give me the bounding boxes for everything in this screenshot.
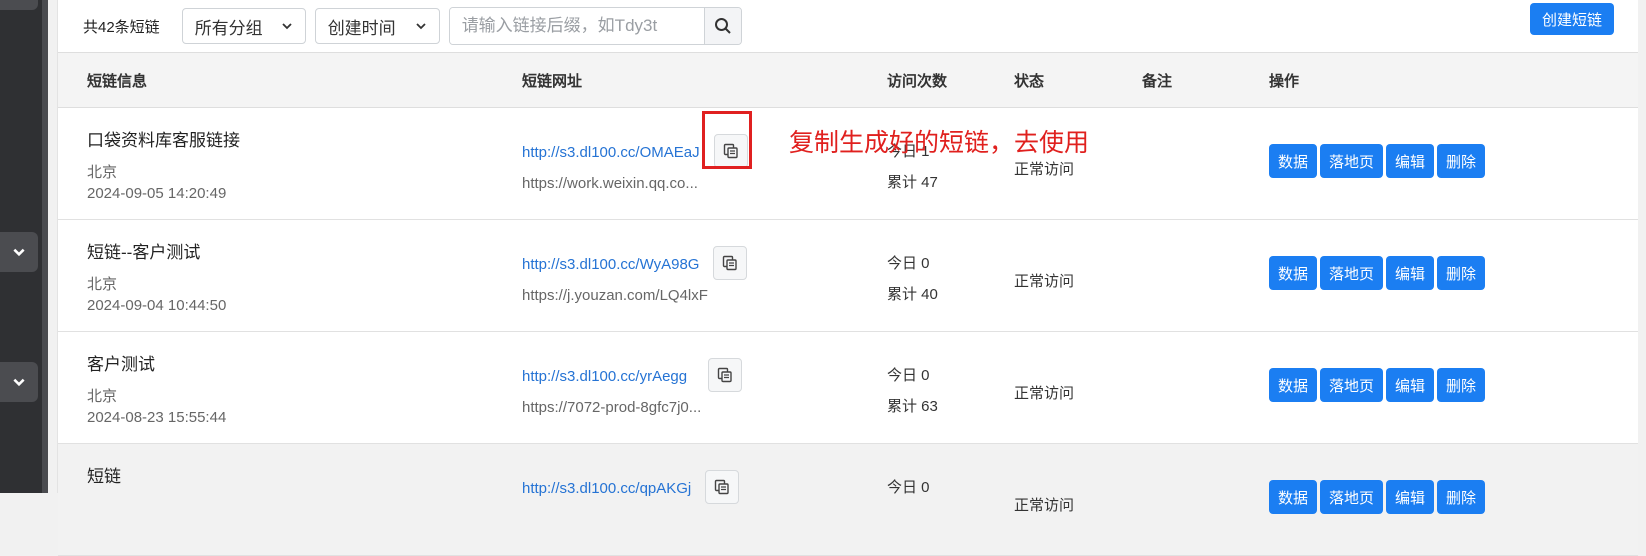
data-button[interactable]: 数据	[1269, 256, 1318, 290]
landing-page-button[interactable]: 落地页	[1320, 256, 1384, 290]
link-name: 短链--客户测试	[87, 243, 201, 262]
table-row: 短链 http://s3.dl100.cc/qpAKGj 今日 0 正常访问 数…	[58, 444, 1638, 556]
row-actions: 数据 落地页 编辑 删除	[1269, 480, 1486, 514]
edit-button[interactable]: 编辑	[1386, 144, 1435, 178]
sidebar	[0, 0, 48, 493]
target-url: https://j.youzan.com/LQ4lxF	[522, 287, 708, 304]
table-header: 短链信息 短链网址 访问次数 状态 备注 操作	[58, 52, 1638, 108]
target-url: https://work.weixin.qq.co...	[522, 175, 698, 192]
group-select[interactable]: 所有分组	[181, 8, 306, 44]
visits-total: 累计 40	[887, 286, 938, 303]
link-name: 短链	[87, 467, 121, 486]
annotation-highlight-box	[702, 111, 752, 169]
copy-button[interactable]	[713, 246, 747, 280]
delete-button[interactable]: 删除	[1437, 256, 1486, 290]
copy-icon	[722, 255, 737, 271]
landing-page-button[interactable]: 落地页	[1320, 144, 1384, 178]
create-short-link-button[interactable]: 创建短链	[1529, 3, 1614, 35]
link-name: 客户测试	[87, 355, 155, 374]
data-button[interactable]: 数据	[1269, 368, 1318, 402]
short-url-link[interactable]: http://s3.dl100.cc/yrAegg	[522, 368, 687, 385]
header-status: 状态	[1014, 73, 1045, 90]
sidebar-menu-toggle[interactable]	[0, 0, 38, 10]
visits-today: 今日 0	[887, 367, 930, 384]
sidebar-menu-toggle[interactable]	[0, 362, 38, 402]
link-created-time: 2024-09-04 10:44:50	[87, 297, 227, 314]
visits-total: 累计 47	[887, 174, 938, 191]
sort-select-value: 创建时间	[327, 18, 396, 38]
header-info: 短链信息	[87, 73, 148, 90]
link-region: 北京	[87, 164, 118, 181]
sidebar-menu-toggle[interactable]	[0, 232, 38, 272]
link-name: 口袋资料库客服链接	[87, 131, 240, 150]
landing-page-button[interactable]: 落地页	[1320, 368, 1384, 402]
row-actions: 数据 落地页 编辑 删除	[1269, 368, 1486, 402]
status-text: 正常访问	[1014, 497, 1075, 514]
group-select-value: 所有分组	[194, 18, 263, 38]
chevron-down-icon	[416, 23, 426, 30]
link-region: 北京	[87, 388, 118, 405]
link-created-time: 2024-08-23 15:55:44	[87, 409, 227, 426]
search-group	[448, 7, 742, 45]
delete-button[interactable]: 删除	[1437, 368, 1486, 402]
sort-select[interactable]: 创建时间	[314, 8, 440, 44]
header-actions: 操作	[1269, 73, 1300, 90]
search-icon	[714, 18, 731, 34]
short-url-link[interactable]: http://s3.dl100.cc/OMAEaJ	[522, 144, 700, 161]
visits-today: 今日 0	[887, 479, 930, 496]
row-actions: 数据 落地页 编辑 删除	[1269, 256, 1486, 290]
chevron-down-icon	[13, 378, 25, 387]
delete-button[interactable]: 删除	[1437, 144, 1486, 178]
edit-button[interactable]: 编辑	[1386, 368, 1435, 402]
status-text: 正常访问	[1014, 273, 1075, 290]
annotation-text: 复制生成好的短链，去使用	[789, 129, 1090, 157]
link-region: 北京	[87, 276, 118, 293]
main-panel: 共42条短链 所有分组 创建时间 创建短链 短链信息 短链网址 访问次数 状态 …	[57, 0, 1638, 556]
visits-total: 累计 63	[887, 398, 938, 415]
status-text: 正常访问	[1014, 385, 1075, 402]
status-text: 正常访问	[1014, 161, 1075, 178]
table-row: 客户测试 北京 2024-08-23 15:55:44 http://s3.dl…	[58, 332, 1638, 444]
short-url-link[interactable]: http://s3.dl100.cc/WyA98G	[522, 256, 699, 273]
edit-button[interactable]: 编辑	[1386, 256, 1435, 290]
data-button[interactable]: 数据	[1269, 480, 1318, 514]
total-count-label: 共42条短链	[83, 18, 160, 36]
copy-button[interactable]	[705, 470, 739, 504]
copy-icon	[717, 367, 732, 383]
chevron-down-icon	[13, 248, 25, 257]
header-remark: 备注	[1142, 73, 1173, 90]
link-created-time: 2024-09-05 14:20:49	[87, 185, 227, 202]
header-visits: 访问次数	[887, 73, 948, 90]
data-button[interactable]: 数据	[1269, 144, 1318, 178]
visits-today: 今日 0	[887, 255, 930, 272]
header-url: 短链网址	[522, 73, 583, 90]
chevron-down-icon	[282, 23, 292, 30]
table-row: 短链--客户测试 北京 2024-09-04 10:44:50 http://s…	[58, 220, 1638, 332]
copy-button[interactable]	[708, 358, 742, 392]
target-url: https://7072-prod-8gfc7j0...	[522, 399, 702, 416]
toolbar: 共42条短链 所有分组 创建时间 创建短链	[58, 0, 1638, 52]
row-actions: 数据 落地页 编辑 删除	[1269, 144, 1486, 178]
search-button[interactable]	[703, 8, 741, 44]
edit-button[interactable]: 编辑	[1386, 480, 1435, 514]
short-url-link[interactable]: http://s3.dl100.cc/qpAKGj	[522, 480, 691, 497]
landing-page-button[interactable]: 落地页	[1320, 480, 1384, 514]
search-input[interactable]	[449, 8, 704, 44]
delete-button[interactable]: 删除	[1437, 480, 1486, 514]
